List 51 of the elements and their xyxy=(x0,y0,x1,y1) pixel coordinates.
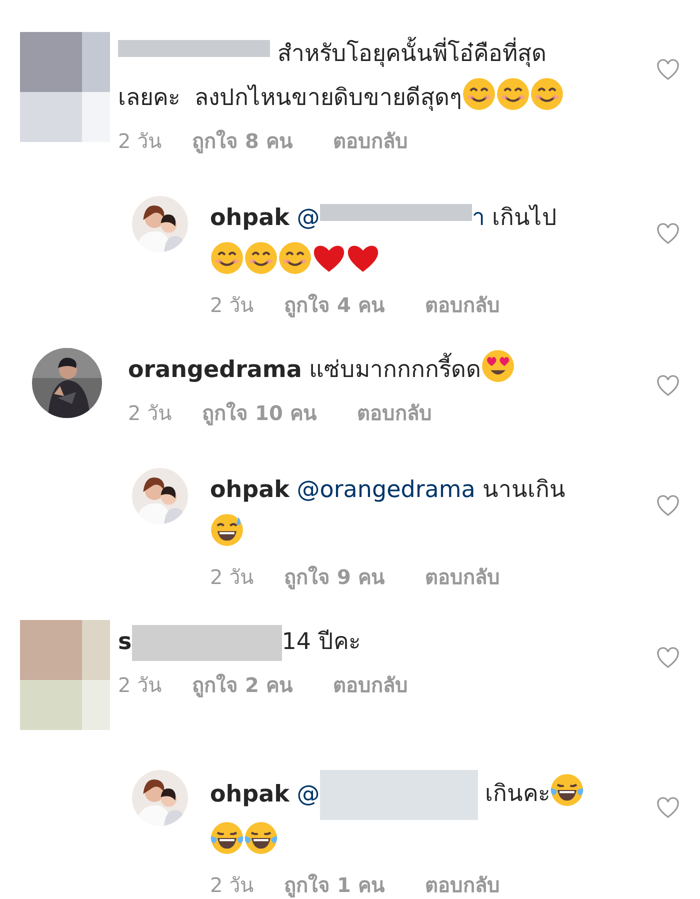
laughing-tears-face-icon xyxy=(244,821,278,855)
timestamp: 2 วัน xyxy=(118,672,162,699)
reply-link[interactable]: ตอบกลับ xyxy=(424,562,500,592)
reply-link[interactable]: ตอบกลับ xyxy=(356,398,432,428)
mention-link[interactable]: า xyxy=(472,205,485,231)
username[interactable]: ohpak xyxy=(210,781,290,808)
heart-eyes-face-icon xyxy=(481,349,516,383)
mention-link[interactable]: @ xyxy=(289,781,320,808)
mention-link[interactable]: @ xyxy=(289,205,320,231)
username[interactable]: s xyxy=(118,629,132,655)
smiling-face-icon xyxy=(210,241,244,275)
like-heart-icon[interactable] xyxy=(656,796,680,820)
username[interactable]: ohpak xyxy=(210,205,290,231)
likes-link[interactable]: ถูกใจ 10 คน xyxy=(202,398,317,428)
timestamp: 2 วัน xyxy=(118,128,162,155)
laughing-tears-face-icon xyxy=(550,773,584,808)
likes-link[interactable]: ถูกใจ 9 คน xyxy=(284,562,385,592)
comment-text: เลยคะ ลงปกไหนขายดิบขายดีสุดๆ xyxy=(118,83,462,113)
mention-link[interactable]: @orangedrama xyxy=(289,477,476,503)
smiling-face-icon xyxy=(462,77,496,111)
reply-link[interactable]: ตอบกลับ xyxy=(332,670,408,700)
timestamp: 2 วัน xyxy=(210,564,254,591)
smiling-face-icon xyxy=(530,77,564,111)
like-heart-icon[interactable] xyxy=(656,494,680,518)
comment-text: 14 ปีคะ xyxy=(282,628,360,657)
comment-text: เกินไป xyxy=(491,203,558,233)
likes-link[interactable]: ถูกใจ 2 คน xyxy=(192,670,293,700)
comment-text: สำหรับโอยุคนั้นพี่โอ๋คือที่สุด xyxy=(270,32,546,76)
likes-link[interactable]: ถูกใจ 4 คน xyxy=(284,290,385,320)
timestamp: 2 วัน xyxy=(128,400,172,427)
like-heart-icon[interactable] xyxy=(656,222,680,246)
reply-link[interactable]: ตอบกลับ xyxy=(424,290,500,320)
sweat-smile-face-icon xyxy=(210,513,244,547)
smiling-face-icon xyxy=(496,77,530,111)
likes-link[interactable]: ถูกใจ 1 คน xyxy=(284,870,385,899)
username[interactable]: ohpak xyxy=(210,477,290,503)
timestamp: 2 วัน xyxy=(210,292,254,319)
like-heart-icon[interactable] xyxy=(656,58,680,82)
laughing-tears-face-icon xyxy=(210,821,244,855)
username[interactable]: orangedrama xyxy=(128,357,302,383)
comment-text: เกินคะ xyxy=(484,780,550,810)
comment-text: แซ่บมากกกกรี้ดด xyxy=(302,348,482,392)
like-heart-icon[interactable] xyxy=(656,374,680,398)
reply-link[interactable]: ตอบกลับ xyxy=(332,126,408,156)
timestamp: 2 วัน xyxy=(210,872,254,899)
like-heart-icon[interactable] xyxy=(656,646,680,670)
reply-link[interactable]: ตอบกลับ xyxy=(424,870,500,899)
smiling-face-icon xyxy=(244,241,278,275)
smiling-face-icon xyxy=(278,241,312,275)
likes-link[interactable]: ถูกใจ 8 คน xyxy=(192,126,293,156)
comment-text: นานเกิน xyxy=(482,476,566,505)
